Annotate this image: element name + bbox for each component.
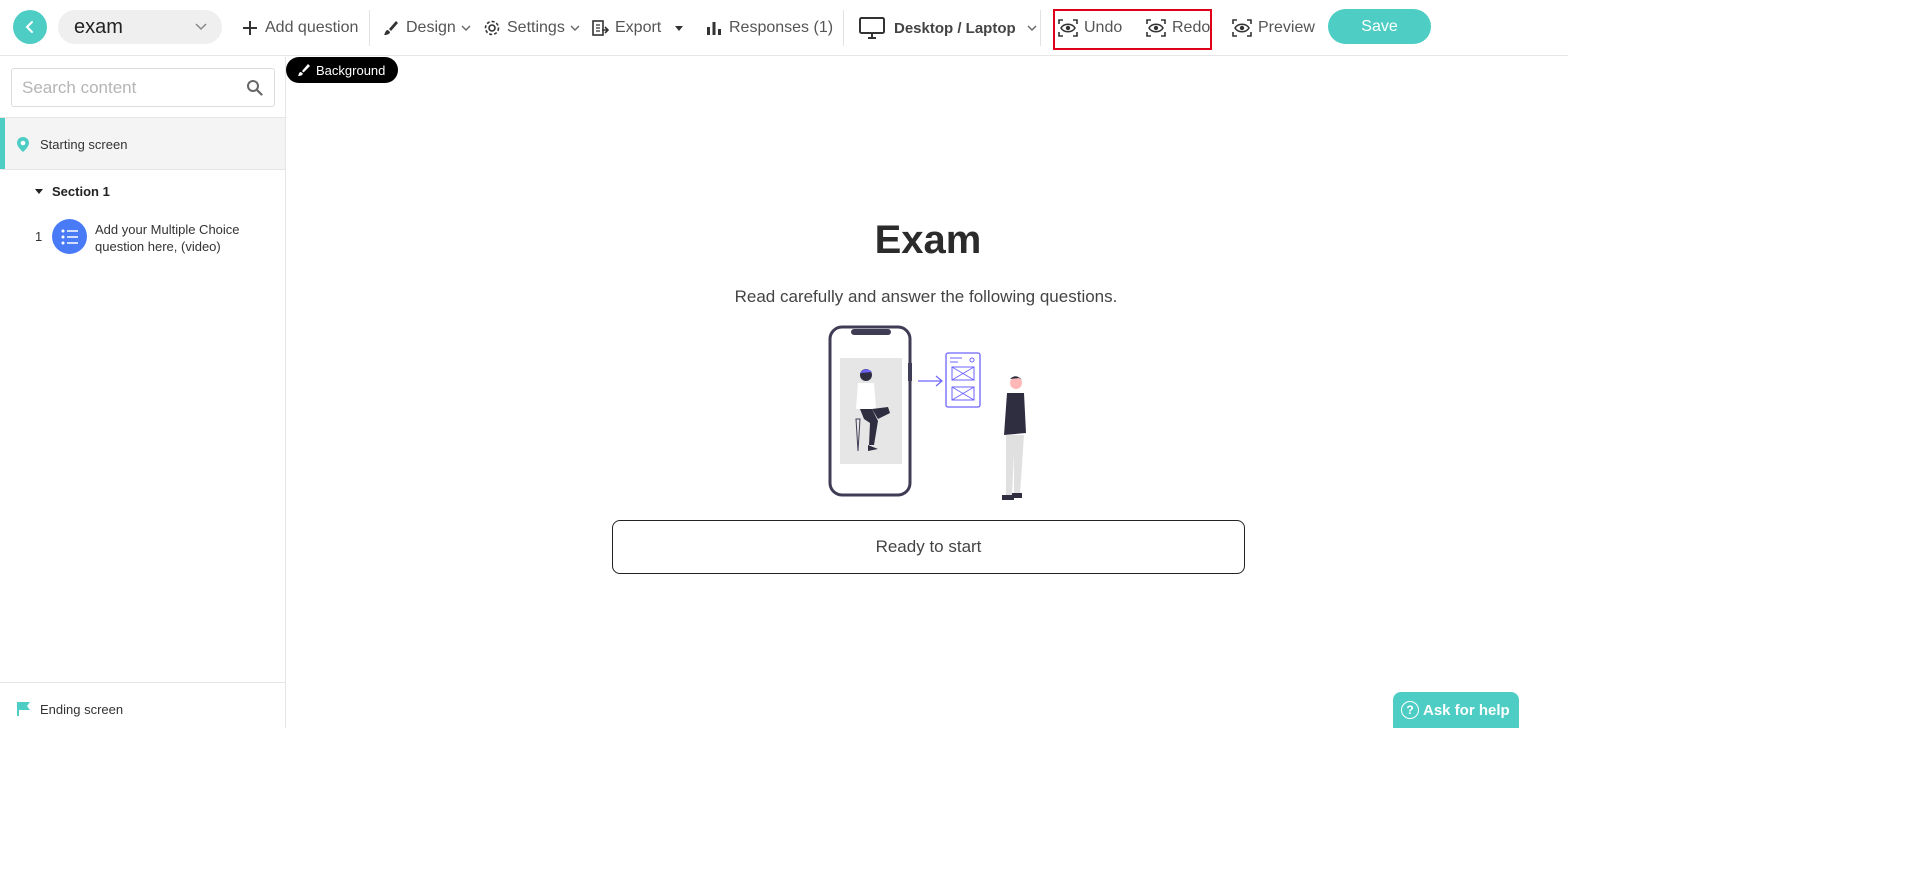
background-button[interactable]: Background	[286, 57, 398, 83]
brush-icon	[384, 21, 398, 35]
eye-scan-icon	[1058, 19, 1078, 37]
back-button[interactable]	[13, 10, 47, 44]
ending-screen-label: Ending screen	[40, 702, 124, 717]
brush-icon	[298, 64, 310, 76]
chevron-down-icon	[195, 23, 207, 31]
page-title: Exam	[874, 218, 982, 262]
gear-icon	[484, 20, 500, 36]
question-number: 1	[35, 229, 43, 244]
ask-for-help-label: Ask for help	[1423, 701, 1510, 719]
redo-label: Redo	[1172, 19, 1211, 36]
undo-label: Undo	[1084, 19, 1123, 36]
section-label: Section 1	[52, 183, 110, 199]
monitor-icon	[859, 17, 885, 39]
device-select[interactable]: Desktop / Laptop	[858, 0, 1044, 56]
add-question-button[interactable]: Add question	[241, 0, 358, 56]
bar-chart-icon	[707, 22, 721, 35]
ask-for-help-button[interactable]: ? Ask for help	[1393, 692, 1519, 728]
page-subtitle: Read carefully and answer the following …	[734, 287, 1118, 306]
chevron-down-icon	[461, 25, 471, 31]
chevron-down-icon	[570, 25, 580, 31]
caret-down-icon	[675, 26, 684, 31]
responses-label: Responses (1)	[729, 19, 834, 36]
export-label: Export	[615, 19, 662, 36]
redo-button[interactable]: Redo	[1146, 0, 1210, 56]
search-box	[11, 68, 275, 107]
sidebar-item-starting-screen[interactable]: Starting screen	[0, 117, 285, 170]
preview-label: Preview	[1258, 19, 1315, 36]
preview-button[interactable]: Preview	[1232, 0, 1315, 56]
starting-screen-label: Starting screen	[40, 137, 128, 152]
question-text: Add your Multiple Choice question here, …	[95, 222, 240, 254]
save-button[interactable]: Save	[1328, 9, 1431, 44]
chevron-left-icon	[25, 21, 33, 33]
sidebar-item-ending-screen[interactable]: Ending screen	[0, 682, 285, 728]
flag-icon	[17, 702, 30, 716]
search-icon[interactable]	[246, 79, 263, 96]
multiple-choice-icon	[52, 219, 87, 254]
eye-scan-icon	[1232, 19, 1252, 37]
mobile-illustration	[828, 325, 1026, 500]
help-icon: ?	[1401, 701, 1419, 719]
search-input[interactable]	[12, 69, 232, 106]
divider	[369, 10, 370, 46]
design-label: Design	[406, 19, 456, 36]
survey-title: exam	[74, 15, 123, 38]
undo-button[interactable]: Undo	[1058, 0, 1122, 56]
map-pin-icon	[17, 137, 29, 152]
divider	[1040, 10, 1041, 46]
export-menu[interactable]: Export	[591, 0, 691, 56]
divider	[843, 10, 844, 46]
survey-title-select[interactable]: exam	[58, 10, 222, 44]
section-toggle[interactable]: Section 1	[34, 181, 110, 201]
device-label: Desktop / Laptop	[894, 19, 1016, 37]
responses-button[interactable]: Responses (1)	[705, 0, 833, 56]
sidebar-question-item[interactable]: 1 Add your Multiple Choice question here…	[0, 215, 285, 259]
settings-label: Settings	[507, 19, 565, 36]
ready-to-start-button[interactable]: Ready to start	[612, 520, 1245, 574]
top-toolbar: exam Add question Design Settings Export…	[0, 0, 1568, 56]
design-menu[interactable]: Design	[382, 0, 478, 56]
caret-down-icon	[35, 189, 43, 194]
sidebar: Starting screen Section 1 1 Add your Mul…	[0, 57, 286, 728]
chevron-down-icon	[1027, 25, 1037, 31]
add-question-label: Add question	[265, 19, 359, 36]
export-icon	[592, 20, 609, 36]
background-label: Background	[316, 62, 386, 78]
plus-icon	[243, 21, 257, 35]
active-indicator	[0, 118, 5, 169]
settings-menu[interactable]: Settings	[483, 0, 587, 56]
eye-scan-icon	[1146, 19, 1166, 37]
